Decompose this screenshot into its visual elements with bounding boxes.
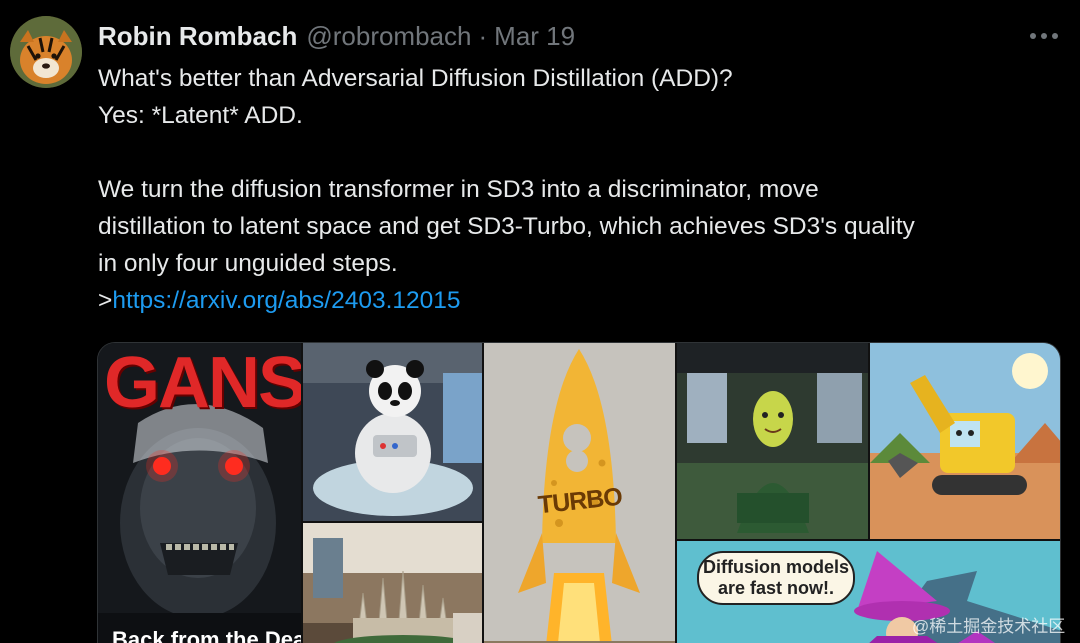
tweet-link-line: >https://arxiv.org/abs/2403.12015	[98, 282, 1073, 319]
header-separator: ·	[478, 20, 488, 51]
link-prefix: >	[98, 287, 113, 314]
tweet-text-line	[98, 134, 1073, 171]
bubble-line-1: Diffusion models	[702, 557, 849, 577]
tweet-text-line: in only four unguided steps.	[98, 250, 398, 277]
arxiv-link[interactable]: https://arxiv.org/abs/2403.12015	[112, 287, 460, 314]
tweet-date[interactable]: Mar 19	[494, 21, 575, 52]
media-image-castle-room[interactable]	[303, 523, 482, 643]
media-image-excavator[interactable]	[870, 343, 1060, 539]
speech-bubble: Diffusion models are fast now!.	[697, 551, 855, 605]
more-horizontal-icon	[1041, 33, 1047, 39]
more-horizontal-icon	[1052, 33, 1058, 39]
tweet-header: Robin Rombach @robrombach · Mar 19	[98, 20, 575, 52]
more-horizontal-icon	[1030, 33, 1036, 39]
author-avatar[interactable]	[10, 16, 82, 88]
media-grid: GANS Back from the Dead TURBO Diffusion …	[97, 342, 1061, 643]
gans-subtitle-text: Back from the Dead	[112, 627, 301, 643]
author-name[interactable]: Robin Rombach	[98, 21, 297, 52]
tweet-text-line: We turn the diffusion transformer in SD3…	[98, 176, 819, 203]
media-image-panda-astronaut[interactable]	[303, 343, 482, 521]
gans-title-text: GANS	[104, 343, 301, 423]
tweet-text-line: distillation to latent space and get SD3…	[98, 213, 915, 240]
tweet-text-line: Yes: *Latent* ADD.	[98, 102, 303, 129]
more-options-button[interactable]	[1028, 24, 1060, 48]
author-handle[interactable]: @robrombach	[306, 21, 471, 52]
bubble-line-2: are fast now!.	[717, 578, 835, 598]
tweet-text: What's better than Adversarial Diffusion…	[98, 60, 1073, 319]
watermark-text: @稀土掘金技术社区	[912, 617, 1066, 636]
media-image-gans-poster[interactable]: GANS Back from the Dead	[98, 343, 301, 643]
tweet-text-line: What's better than Adversarial Diffusion…	[98, 65, 733, 92]
media-image-turbo-rocket[interactable]: TURBO	[484, 343, 675, 643]
media-image-avocado-train[interactable]	[677, 343, 868, 539]
